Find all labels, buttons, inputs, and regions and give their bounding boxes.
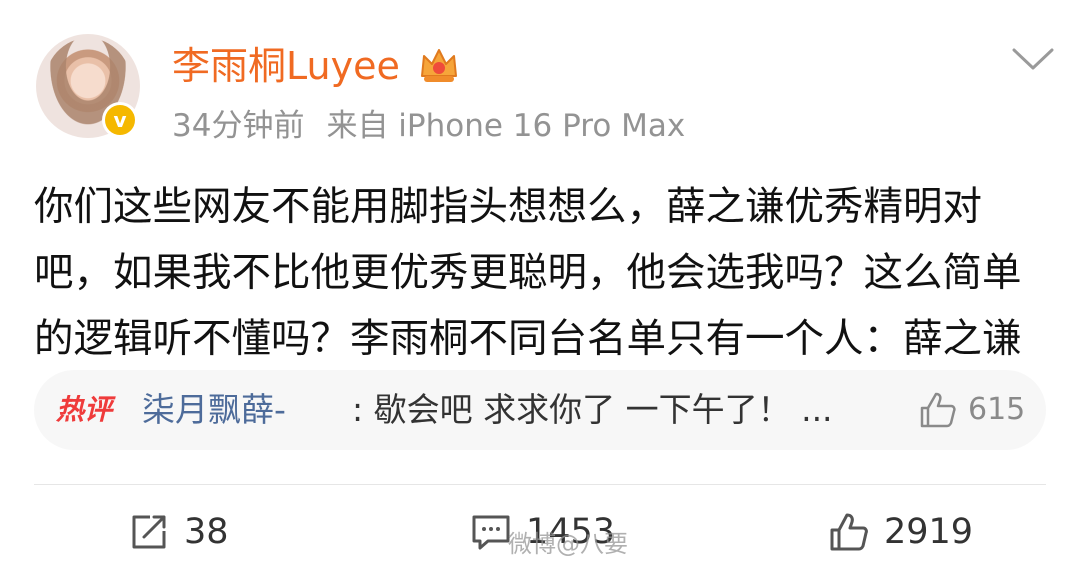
author-name[interactable]: 李雨桐Luyee xyxy=(172,42,400,90)
repost-button[interactable]: 38 xyxy=(128,506,229,558)
like-button[interactable]: 2919 xyxy=(828,506,973,558)
content-line: 你们这些网友不能用脚指头想想么，薛之谦优秀精明对 xyxy=(34,184,982,230)
like-count: 2919 xyxy=(884,512,974,552)
repost-count: 38 xyxy=(184,512,229,552)
thumbs-up-icon xyxy=(830,513,868,551)
repost-icon xyxy=(132,515,166,549)
hot-comment-text: : 歇会吧 求求你了 一下午了！ ... xyxy=(352,390,833,429)
content-line: 的逻辑听不懂吗？李雨桐不同台名单只有一个人：薛之谦 xyxy=(34,316,1022,362)
watermark: 微博@八要 xyxy=(508,530,628,558)
post-meta: 34分钟前 来自 iPhone 16 Pro Max xyxy=(172,106,685,146)
hot-comment-user[interactable]: 柒月飘薛- xyxy=(142,388,286,432)
post-time: 34分钟前 xyxy=(172,108,305,144)
hot-comment[interactable]: 热评 柒月飘薛- : 歇会吧 求求你了 一下午了！ ... 615 xyxy=(34,370,1046,450)
content-line: 吧，如果我不比他更优秀更聪明，他会选我吗？这么简单 xyxy=(34,250,1022,296)
hot-comment-badge: 热评 xyxy=(56,393,113,426)
chevron-down-icon[interactable] xyxy=(1010,44,1056,74)
thumbs-up-icon[interactable] xyxy=(918,390,958,430)
comment-icon xyxy=(472,515,510,550)
post-source: 来自 iPhone 16 Pro Max xyxy=(326,108,686,144)
divider xyxy=(34,484,1046,485)
post-content: 你们这些网友不能用脚指头想想么，薛之谦优秀精明对 吧，如果我不比他更优秀更聪明，… xyxy=(34,174,1050,372)
verified-icon: v xyxy=(102,102,138,138)
crown-icon xyxy=(421,49,457,82)
hot-comment-like-count: 615 xyxy=(968,392,1026,427)
